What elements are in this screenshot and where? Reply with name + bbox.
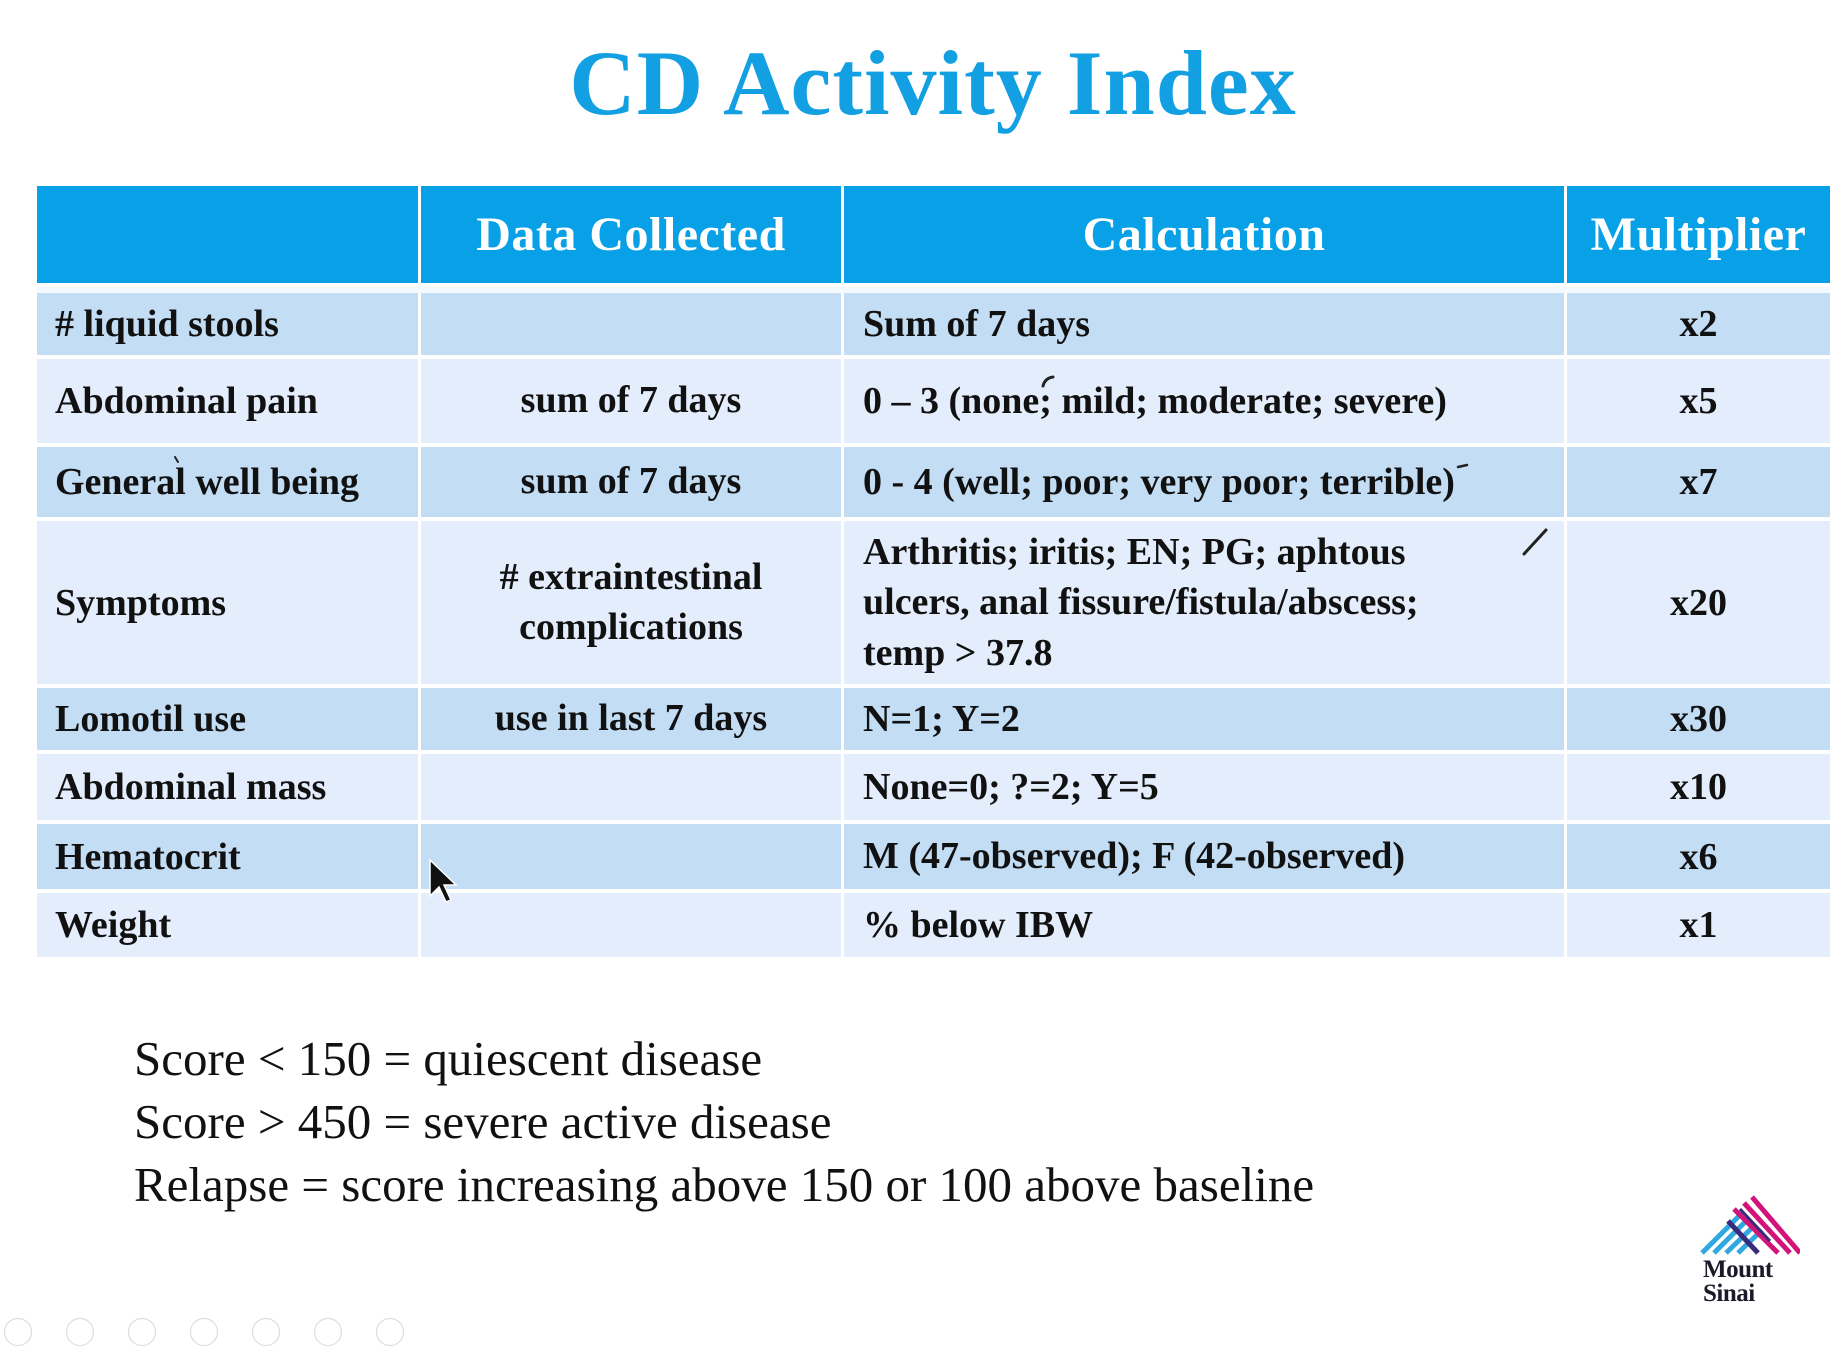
data-collected-cell — [421, 824, 844, 893]
calculation-cell: 0 – 3 (none; mild; moderate; severe) — [844, 359, 1567, 447]
table-row: Abdominal mass None=0; ?=2; Y=5 x10 — [37, 754, 1830, 824]
subtitles-icon[interactable] — [314, 1318, 342, 1346]
calculation-cell: M (47-observed); F (42-observed) — [844, 824, 1567, 893]
zoom-icon[interactable] — [252, 1318, 280, 1346]
table-row: General well being sum of 7 days 0 - 4 (… — [37, 447, 1830, 521]
multiplier-cell: x20 — [1567, 521, 1830, 688]
table-header-row: Data Collected Calculation Multiplier — [37, 186, 1830, 287]
table-row: Weight % below IBW x1 — [37, 893, 1830, 961]
calculation-line: ulcers, anal fissure/fistula/abscess; — [863, 581, 1419, 624]
slideshow-controls — [0, 1318, 450, 1346]
note-line: Relapse = score increasing above 150 or … — [134, 1157, 1315, 1212]
data-collected-cell: sum of 7 days — [421, 359, 844, 447]
item-cell: # liquid stools — [37, 293, 421, 359]
item-cell: Lomotil use — [37, 688, 421, 754]
item-cell: Hematocrit — [37, 824, 421, 893]
table-row: Abdominal pain sum of 7 days 0 – 3 (none… — [37, 359, 1830, 447]
calculation-line: temp > 37.8 — [863, 631, 1053, 674]
note-line: Score < 150 = quiescent disease — [134, 1031, 763, 1086]
multiplier-cell: x2 — [1567, 293, 1830, 359]
mount-sinai-logo-text: Mount Sinai — [1703, 1256, 1773, 1307]
multiplier-cell: x1 — [1567, 893, 1830, 961]
calculation-cell: None=0; ?=2; Y=5 — [844, 754, 1567, 824]
calculation-cell: Sum of 7 days — [844, 293, 1567, 359]
note-line: Score > 450 = severe active disease — [134, 1094, 832, 1149]
data-collected-cell: sum of 7 days — [421, 447, 844, 521]
multiplier-cell: x30 — [1567, 688, 1830, 754]
calculation-cell: 0 - 4 (well; poor; very poor; terrible) — [844, 447, 1567, 521]
pen-annotation-mark — [174, 456, 179, 463]
multiplier-cell: x10 — [1567, 754, 1830, 824]
data-collected-cell: # extraintestinal complications — [421, 521, 844, 688]
header-cell-calculation: Calculation — [844, 186, 1567, 287]
multiplier-cell: x6 — [1567, 824, 1830, 893]
calculation-cell: % below IBW — [844, 893, 1567, 961]
data-collected-line: complications — [519, 605, 743, 648]
header-cell-multiplier: Multiplier — [1567, 186, 1830, 287]
data-collected-cell — [421, 293, 844, 359]
score-notes: Score < 150 = quiescent disease Score > … — [134, 1027, 1314, 1216]
pen-annotation-mark — [1522, 528, 1548, 556]
data-collected-cell — [421, 893, 844, 961]
logo-line: Sinai — [1703, 1280, 1755, 1307]
calculation-cell: Arthritis; iritis; EN; PG; aphtous ulcer… — [844, 521, 1567, 688]
data-collected-cell: use in last 7 days — [421, 688, 844, 754]
header-cell-data-collected: Data Collected — [421, 186, 844, 287]
data-collected-line: # extraintestinal — [499, 556, 763, 599]
header-cell-item — [37, 186, 421, 287]
multiplier-cell: x7 — [1567, 447, 1830, 521]
table-row: Lomotil use use in last 7 days N=1; Y=2 … — [37, 688, 1830, 754]
table-row: # liquid stools Sum of 7 days x2 — [37, 293, 1830, 359]
calculation-cell: N=1; Y=2 — [844, 688, 1567, 754]
more-icon[interactable] — [376, 1318, 404, 1346]
next-icon[interactable] — [66, 1318, 94, 1346]
slide-title: CD Activity Index — [569, 32, 1297, 134]
pen-annotation-mark — [1456, 463, 1469, 469]
item-cell: Abdominal pain — [37, 359, 421, 447]
view-icon[interactable] — [190, 1318, 218, 1346]
item-cell: Weight — [37, 893, 421, 961]
table-row: Symptoms # extraintestinal complications… — [37, 521, 1830, 688]
data-collected-cell — [421, 754, 844, 824]
cdai-table: Data Collected Calculation Multiplier # … — [37, 186, 1830, 961]
previous-icon[interactable] — [4, 1318, 32, 1346]
pen-annotation-mark — [1041, 375, 1055, 388]
item-cell: General well being — [37, 447, 421, 521]
table-row: Hematocrit M (47-observed); F (42-observ… — [37, 824, 1830, 893]
logo-line: Mount — [1703, 1256, 1773, 1283]
mouse-pointer-icon — [429, 858, 458, 903]
item-cell: Symptoms — [37, 521, 421, 688]
calculation-line: Arthritis; iritis; EN; PG; aphtous — [863, 531, 1406, 574]
multiplier-cell: x5 — [1567, 359, 1830, 447]
pen-icon[interactable] — [128, 1318, 156, 1346]
item-cell: Abdominal mass — [37, 754, 421, 824]
